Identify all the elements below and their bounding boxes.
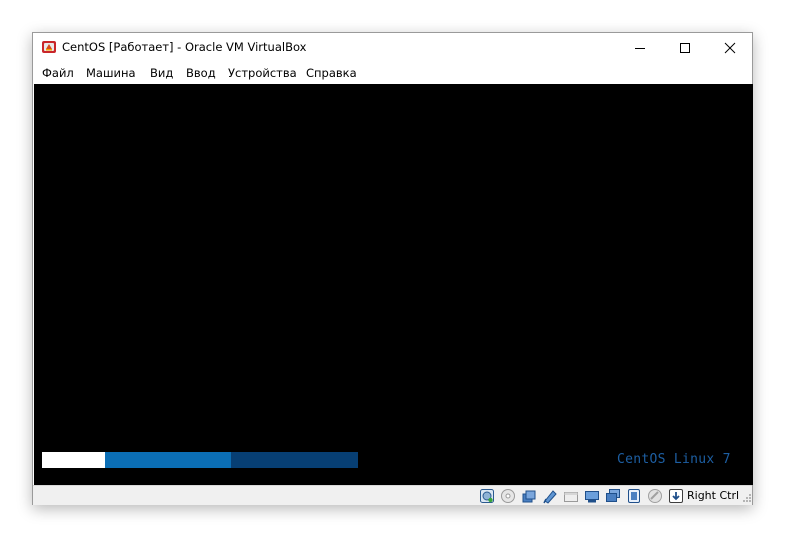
- menu-bar: Файл Машина Вид Ввод Устройства Справка: [33, 62, 752, 84]
- network-icon[interactable]: [542, 488, 558, 504]
- progress-segment-complete: [42, 452, 105, 468]
- guest-display[interactable]: CentOS Linux 7: [34, 84, 753, 485]
- resize-grip-icon[interactable]: [742, 493, 752, 503]
- usb-icon[interactable]: [563, 488, 579, 504]
- close-button[interactable]: [707, 33, 752, 62]
- close-icon: [724, 42, 735, 53]
- virtualbox-window: CentOS [Работает] - Oracle VM VirtualBox…: [32, 32, 753, 505]
- maximize-icon: [679, 42, 690, 53]
- boot-progress-bar: [42, 452, 358, 468]
- menu-input[interactable]: Ввод: [186, 66, 216, 80]
- minimize-button[interactable]: [617, 33, 662, 62]
- cpu-icon[interactable]: [647, 488, 663, 504]
- menu-help[interactable]: Справка: [306, 66, 357, 80]
- display-icon[interactable]: [605, 488, 621, 504]
- virtualbox-icon: [42, 41, 56, 53]
- minimize-icon: [634, 47, 645, 49]
- menu-devices[interactable]: Устройства: [228, 66, 297, 80]
- audio-icon[interactable]: [521, 488, 537, 504]
- boot-brand-text: CentOS Linux 7: [617, 452, 731, 467]
- window-title: CentOS [Работает] - Oracle VM VirtualBox: [62, 40, 307, 54]
- shared-folders-icon[interactable]: [584, 488, 600, 504]
- menu-file[interactable]: Файл: [42, 66, 74, 80]
- mouse-integration-icon[interactable]: [668, 488, 684, 504]
- menu-machine[interactable]: Машина: [86, 66, 136, 80]
- progress-segment-active: [105, 452, 231, 468]
- title-bar[interactable]: CentOS [Работает] - Oracle VM VirtualBox: [33, 33, 752, 62]
- menu-view[interactable]: Вид: [150, 66, 173, 80]
- host-key-label: Right Ctrl: [687, 489, 740, 502]
- progress-segment-pending: [231, 452, 358, 468]
- video-capture-icon[interactable]: [626, 488, 642, 504]
- optical-drive-icon[interactable]: [500, 488, 516, 504]
- maximize-button[interactable]: [662, 33, 707, 62]
- status-bar: Right Ctrl: [33, 485, 752, 505]
- hard-disk-icon[interactable]: [479, 488, 495, 504]
